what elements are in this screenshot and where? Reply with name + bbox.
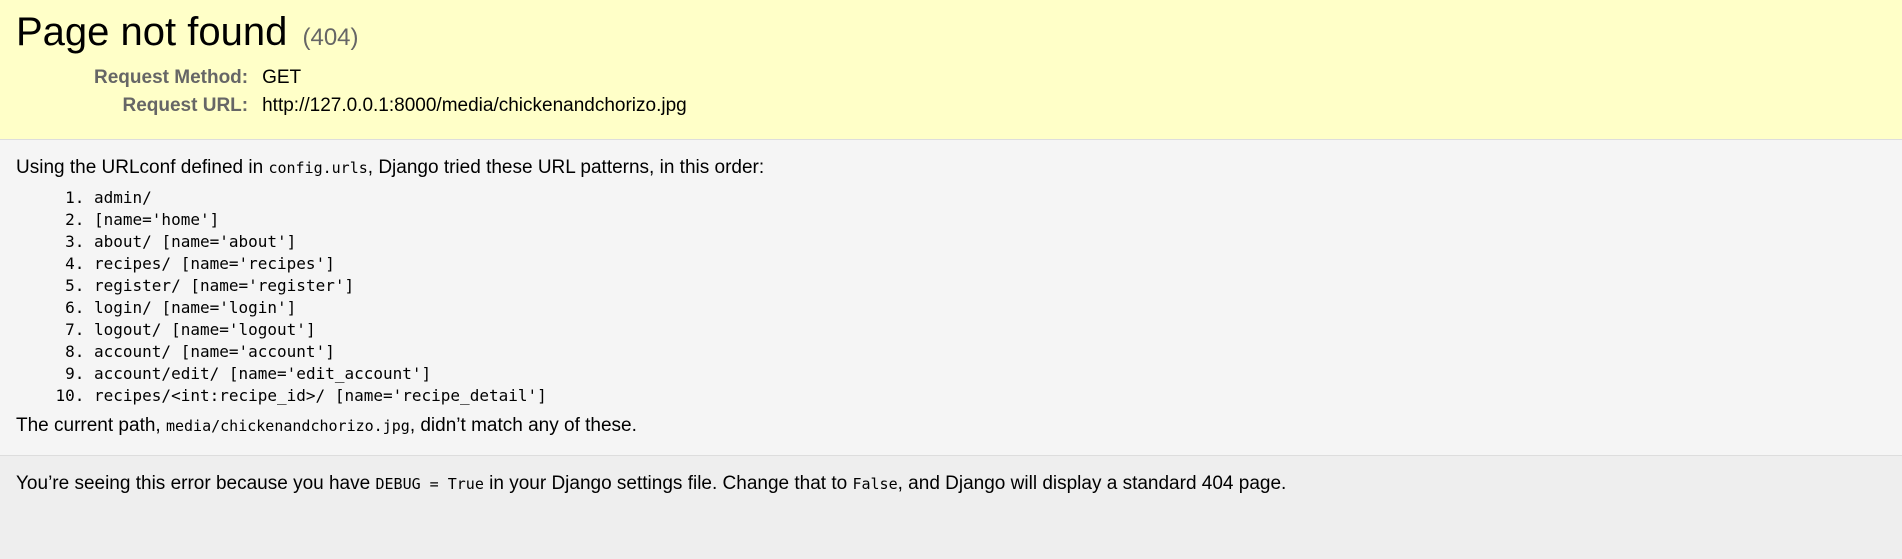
current-path-message: The current path, media/chickenandchoriz… bbox=[16, 412, 1886, 440]
request-method-row: Request Method: GET bbox=[94, 64, 687, 92]
url-pattern-item: [name='home'] bbox=[94, 209, 1886, 231]
url-pattern-item: about/ [name='about'] bbox=[94, 231, 1886, 253]
request-url-value: http://127.0.0.1:8000/media/chickenandch… bbox=[262, 95, 687, 116]
url-pattern-name: [name='register'] bbox=[190, 275, 355, 295]
request-meta-table: Request Method: GET Request URL: http://… bbox=[94, 64, 687, 120]
url-pattern-item: account/ [name='account'] bbox=[94, 341, 1886, 363]
current-path: media/chickenandchorizo.jpg bbox=[165, 416, 410, 435]
intro-text-after: , Django tried these URL patterns, in th… bbox=[367, 157, 765, 178]
url-pattern-item: recipes/<int:recipe_id>/ [name='recipe_d… bbox=[94, 385, 1886, 407]
url-patterns-list: admin/[name='home']about/ [name='about']… bbox=[16, 187, 1886, 407]
url-pattern-name: [name='login'] bbox=[161, 297, 297, 317]
url-pattern-item: logout/ [name='logout'] bbox=[94, 319, 1886, 341]
url-pattern-path: account/edit/ bbox=[94, 363, 220, 383]
explanation-text: in your Django settings file. Change tha… bbox=[483, 473, 853, 494]
url-pattern-name: [name='about'] bbox=[161, 231, 297, 251]
urlconf-intro: Using the URLconf defined in config.urls… bbox=[16, 154, 1886, 182]
url-pattern-name: [name='recipe_detail'] bbox=[334, 385, 547, 405]
url-pattern-path: admin/ bbox=[94, 187, 152, 207]
url-pattern-name: [name='home'] bbox=[94, 209, 220, 229]
url-pattern-path: account/ bbox=[94, 341, 172, 361]
current-path-text-after: , didn’t match any of these. bbox=[409, 414, 637, 436]
url-pattern-item: account/edit/ [name='edit_account'] bbox=[94, 363, 1886, 385]
debug-explanation: You’re seeing this error because you hav… bbox=[16, 470, 1886, 498]
url-pattern-name: [name='account'] bbox=[180, 341, 335, 361]
url-pattern-item: login/ [name='login'] bbox=[94, 297, 1886, 319]
info-section: Using the URLconf defined in config.urls… bbox=[0, 140, 1902, 456]
explanation-text: , and Django will display a standard 404… bbox=[897, 473, 1287, 494]
current-path-text: The current path, bbox=[16, 414, 166, 436]
url-pattern-path: recipes/ bbox=[94, 253, 172, 273]
url-pattern-name: [name='edit_account'] bbox=[228, 363, 432, 383]
url-pattern-item: recipes/ [name='recipes'] bbox=[94, 253, 1886, 275]
intro-text: Using the URLconf defined in bbox=[16, 157, 269, 178]
false-value: False bbox=[852, 475, 898, 493]
page-title: Page not found (404) bbox=[16, 8, 1886, 56]
request-method-label: Request Method: bbox=[94, 67, 249, 88]
url-pattern-path: recipes/<int:recipe_id>/ bbox=[94, 385, 326, 405]
explanation-text: You’re seeing this error because you hav… bbox=[16, 473, 376, 494]
page-title-text: Page not found bbox=[16, 10, 288, 54]
request-url-label: Request URL: bbox=[122, 95, 249, 116]
request-method-value: GET bbox=[262, 67, 302, 88]
url-pattern-item: register/ [name='register'] bbox=[94, 275, 1886, 297]
urlconf-name: config.urls bbox=[268, 159, 368, 177]
status-code: (404) bbox=[302, 24, 359, 51]
summary-section: Page not found (404) Request Method: GET… bbox=[0, 0, 1902, 140]
url-pattern-path: about/ bbox=[94, 231, 152, 251]
url-pattern-name: [name='recipes'] bbox=[180, 253, 335, 273]
url-pattern-path: login/ bbox=[94, 297, 152, 317]
url-pattern-item: admin/ bbox=[94, 187, 1886, 209]
debug-setting: DEBUG = True bbox=[375, 475, 484, 493]
explanation-section: You’re seeing this error because you hav… bbox=[0, 456, 1902, 512]
url-pattern-path: logout/ bbox=[94, 319, 162, 339]
request-url-row: Request URL: http://127.0.0.1:8000/media… bbox=[94, 92, 687, 120]
url-pattern-name: [name='logout'] bbox=[171, 319, 316, 339]
url-pattern-path: register/ bbox=[94, 275, 181, 295]
